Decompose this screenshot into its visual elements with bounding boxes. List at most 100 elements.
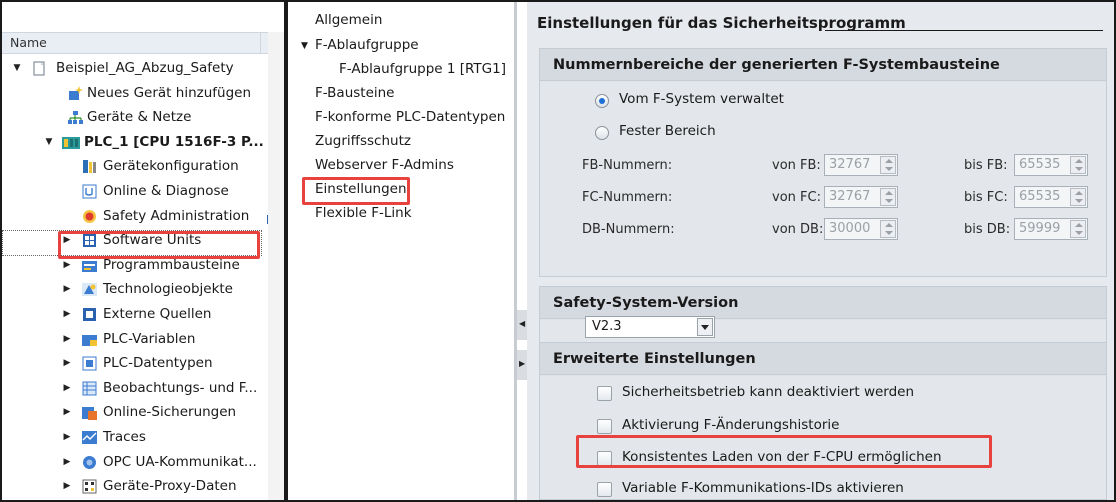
collapse-arrow-icon[interactable]: ▶ <box>62 327 72 351</box>
label-variable-comm-ids[interactable]: Variable F-Kommunikations-IDs aktivieren <box>622 480 904 496</box>
numbers-group-title: Nummernbereiche der generierten F-System… <box>553 57 1000 73</box>
fc-from-label: von FC: <box>772 190 821 205</box>
expand-nav-button[interactable]: ▶ <box>517 350 527 380</box>
tree-item-add-device[interactable]: Neues Gerät hinzufügen <box>2 81 266 106</box>
fb-to-stepper[interactable]: 65535 <box>1014 154 1088 176</box>
expand-arrow-icon[interactable]: ▼ <box>44 130 54 154</box>
db-from-stepper[interactable]: 30000 <box>824 218 898 240</box>
tree-item-label: OPC UA-Kommunikat... <box>103 453 257 470</box>
tree-item-device-config[interactable]: Gerätekonfiguration <box>2 154 266 179</box>
technology-objects-icon <box>82 283 97 297</box>
chevron-down-icon[interactable] <box>697 318 713 336</box>
tree-scrollbar[interactable] <box>268 32 284 500</box>
fb-to-label: bis FB: <box>964 158 1008 173</box>
fc-to-stepper[interactable]: 65535 <box>1014 186 1088 208</box>
db-from-label: von DB: <box>772 222 824 237</box>
spinner-icon[interactable] <box>1070 156 1086 174</box>
db-from-value: 30000 <box>829 221 871 236</box>
fc-from-stepper[interactable]: 32767 <box>824 186 898 208</box>
add-device-icon <box>69 85 83 100</box>
fb-to-value: 65535 <box>1019 157 1061 172</box>
version-group-title: Safety-System-Version <box>553 295 739 311</box>
arrow-left-icon: ◀ <box>519 319 526 328</box>
db-to-stepper[interactable]: 59999 <box>1014 218 1088 240</box>
spinner-icon[interactable] <box>880 188 896 206</box>
tree-item-plc[interactable]: ▼ PLC_1 [CPU 1516F-3 P... <box>2 130 266 155</box>
tree-item-opcua[interactable]: ▶ OPC UA-Kommunikat... <box>2 450 266 475</box>
tree-item-device-proxy[interactable]: ▶ Geräte-Proxy-Daten <box>2 474 266 499</box>
tree-column-header[interactable]: Name <box>2 32 284 54</box>
nav-item-webserver-f-admins[interactable]: Webserver F-Admins <box>315 157 454 173</box>
radio-managed[interactable] <box>595 94 609 108</box>
radio-fixed[interactable] <box>595 126 609 140</box>
collapse-arrow-icon[interactable]: ▶ <box>62 351 72 375</box>
checkbox-variable-comm-ids[interactable] <box>597 482 612 497</box>
version-select[interactable]: V2.3 <box>585 316 715 338</box>
tree-item-traces[interactable]: ▶ Traces <box>2 425 266 450</box>
advanced-group-title: Erweiterte Einstellungen <box>553 351 756 367</box>
nav-item-f-runtime-group[interactable]: F-Ablaufgruppe <box>315 37 419 53</box>
tree-item-label: PLC-Variablen <box>103 330 196 347</box>
db-to-value: 59999 <box>1019 221 1061 236</box>
fc-numbers-label: FC-Nummern: <box>582 190 673 205</box>
collapse-arrow-icon[interactable]: ▶ <box>62 302 72 326</box>
version-group-header: Safety-System-Version <box>540 287 1106 319</box>
spinner-icon[interactable] <box>1070 188 1086 206</box>
label-change-history[interactable]: Aktivierung F-Änderungshistorie <box>622 417 839 433</box>
expand-arrow-icon[interactable]: ▼ <box>12 56 22 80</box>
tree-toolbar <box>2 2 284 32</box>
numbers-group: Nummernbereiche der generierten F-System… <box>539 48 1107 277</box>
highlight-safety-administration <box>58 231 260 259</box>
tree-item-plc-datatypes[interactable]: ▶ PLC-Datentypen <box>2 351 266 376</box>
nav-item-flexible-f-link[interactable]: Flexible F-Link <box>315 205 412 221</box>
tree-item-label: Gerätekonfiguration <box>103 158 239 175</box>
plc-tags-icon <box>82 334 97 346</box>
radio-managed-label[interactable]: Vom F-System verwaltet <box>619 91 784 107</box>
version-group-body: V2.3 <box>540 316 1106 344</box>
tree-item-external-sources[interactable]: ▶ Externe Quellen <box>2 302 266 327</box>
plc-icon <box>62 136 80 149</box>
nav-item-general[interactable]: Allgemein <box>315 12 382 28</box>
checkbox-change-history[interactable] <box>597 419 612 434</box>
watch-tables-icon <box>82 381 97 396</box>
tree-item-online-diagnostics[interactable]: Online & Diagnose <box>2 179 266 204</box>
collapse-arrow-icon[interactable]: ▶ <box>62 376 72 400</box>
fc-to-value: 65535 <box>1019 189 1061 204</box>
collapse-nav-button[interactable]: ◀ <box>517 310 527 340</box>
tree-item-safety-administration[interactable]: Safety Administration <box>2 204 282 229</box>
tree-item-project[interactable]: ▼ Beispiel_AG_Abzug_Safety <box>2 56 266 81</box>
device-proxy-icon <box>82 479 97 494</box>
tree-item-plc-tags[interactable]: ▶ PLC-Variablen <box>2 327 266 352</box>
version-value: V2.3 <box>592 319 622 334</box>
numbers-group-header: Nummernbereiche der generierten F-System… <box>540 49 1106 81</box>
checkbox-safety-mode-deactivatable[interactable] <box>597 386 612 401</box>
nav-item-access-protection[interactable]: Zugriffsschutz <box>315 133 411 149</box>
spinner-icon[interactable] <box>1070 220 1086 238</box>
collapse-arrow-icon[interactable]: ▶ <box>62 450 72 474</box>
tree-item-label: Safety Administration <box>103 207 250 224</box>
tree-item-watch-tables[interactable]: ▶ Beobachtungs- und F... <box>2 376 266 401</box>
expand-arrow-icon[interactable]: ▼ <box>301 41 308 51</box>
column-divider[interactable] <box>260 33 261 53</box>
advanced-group-header: Erweiterte Einstellungen <box>540 343 1106 375</box>
label-safety-mode-deactivatable[interactable]: Sicherheitsbetrieb kann deaktiviert werd… <box>622 384 914 400</box>
tree-item-technology-objects[interactable]: ▶ Technologieobjekte <box>2 277 266 302</box>
spinner-icon[interactable] <box>880 156 896 174</box>
collapse-arrow-icon[interactable]: ▶ <box>62 400 72 424</box>
tree-item-label: Online & Diagnose <box>103 182 229 199</box>
collapse-arrow-icon[interactable]: ▶ <box>62 474 72 498</box>
nav-item-f-compliant-datatypes[interactable]: F-konforme PLC-Datentypen <box>315 109 505 125</box>
tree-item-online-backups[interactable]: ▶ Online-Sicherungen <box>2 400 266 425</box>
tree-item-label: Traces <box>103 428 146 445</box>
nav-item-f-runtime-group-1[interactable]: F-Ablaufgruppe 1 [RTG1] <box>339 61 506 77</box>
spinner-icon[interactable] <box>880 220 896 238</box>
nav-item-f-blocks[interactable]: F-Bausteine <box>315 85 395 101</box>
collapse-arrow-icon[interactable]: ▶ <box>62 277 72 301</box>
fb-from-stepper[interactable]: 32767 <box>824 154 898 176</box>
radio-fixed-label[interactable]: Fester Bereich <box>619 123 716 139</box>
nav-splitter[interactable] <box>514 2 517 500</box>
external-sources-icon <box>83 307 96 321</box>
tree-item-devices-networks[interactable]: Geräte & Netze <box>2 105 266 130</box>
collapse-arrow-icon[interactable]: ▶ <box>62 425 72 449</box>
opcua-icon <box>83 455 96 469</box>
